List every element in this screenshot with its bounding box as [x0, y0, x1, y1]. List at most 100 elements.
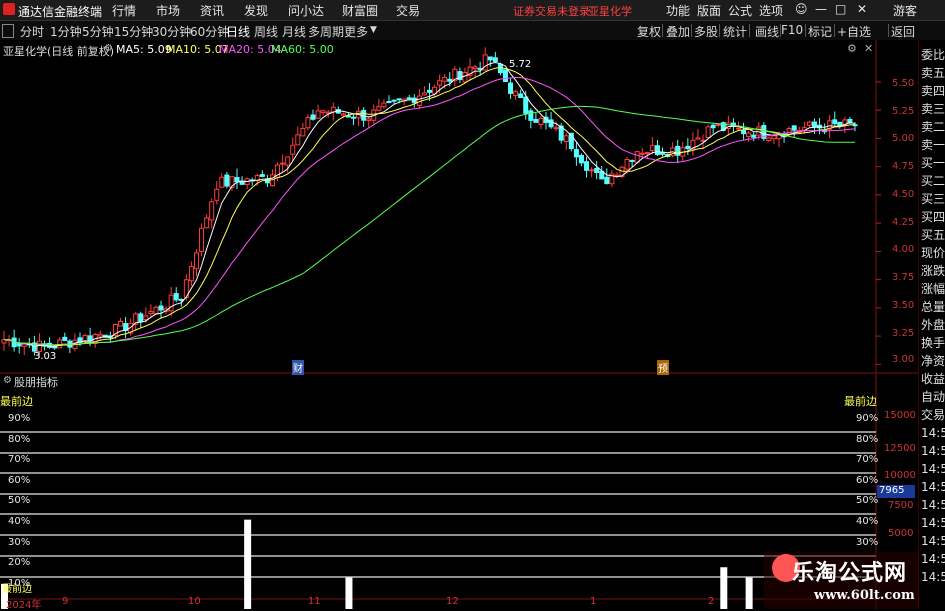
minimize-icon[interactable]: —	[815, 2, 827, 16]
candle-body[interactable]	[472, 66, 478, 70]
candle-body[interactable]	[639, 152, 645, 155]
candle-body[interactable]	[57, 339, 63, 349]
candle-body[interactable]	[832, 119, 838, 125]
candle-body[interactable]	[351, 116, 357, 119]
restore-icon[interactable]: □	[835, 2, 846, 16]
candle-body[interactable]	[178, 298, 184, 301]
candle-body[interactable]	[771, 135, 777, 140]
candle-body[interactable]	[751, 134, 757, 138]
kline-chart[interactable]	[0, 40, 918, 609]
candle-body[interactable]	[746, 132, 752, 137]
candle-body[interactable]	[340, 113, 346, 116]
candle-body[interactable]	[330, 106, 336, 113]
period-5min[interactable]: 5分钟	[82, 23, 114, 40]
indicator-settings-icon[interactable]: ⚙	[3, 375, 12, 386]
candle-body[interactable]	[624, 159, 630, 170]
candle-body[interactable]	[143, 315, 149, 320]
period-intraday[interactable]: 分时	[20, 23, 44, 40]
candle-body[interactable]	[766, 137, 772, 142]
f10-button[interactable]: F10	[781, 23, 803, 37]
period-15min[interactable]: 15分钟	[114, 23, 153, 40]
candle-body[interactable]	[295, 134, 301, 146]
candle-body[interactable]	[497, 63, 503, 74]
candle-body[interactable]	[447, 78, 453, 82]
menu-options[interactable]: 选项	[759, 2, 783, 19]
menu-layout[interactable]: 版面	[697, 2, 721, 19]
candle-body[interactable]	[654, 145, 660, 156]
candle-body[interactable]	[209, 201, 215, 221]
candle-body[interactable]	[705, 126, 711, 138]
candle-body[interactable]	[584, 161, 590, 171]
candle-body[interactable]	[518, 93, 524, 99]
period-more[interactable]: 更多	[344, 23, 368, 40]
period-30min[interactable]: 30分钟	[152, 23, 191, 40]
period-monthly[interactable]: 月线	[282, 23, 306, 40]
candle-body[interactable]	[381, 102, 387, 108]
candle-body[interactable]	[148, 311, 154, 314]
candle-body[interactable]	[741, 129, 747, 135]
menu-quotes[interactable]: 行情	[112, 2, 136, 19]
candle-body[interactable]	[391, 99, 397, 102]
candle-body[interactable]	[219, 176, 225, 188]
candle-body[interactable]	[188, 266, 194, 282]
candle-body[interactable]	[62, 336, 68, 341]
forecast-marker[interactable]: 预	[657, 360, 669, 375]
candle-body[interactable]	[578, 154, 584, 164]
candle-body[interactable]	[214, 188, 220, 201]
candle-body[interactable]	[695, 137, 701, 140]
panel-toggle-icon[interactable]	[2, 24, 14, 38]
candle-body[interactable]	[259, 174, 265, 177]
candle-body[interactable]	[153, 306, 159, 315]
candle-body[interactable]	[315, 110, 321, 119]
candle-body[interactable]	[305, 117, 311, 129]
candle-body[interactable]	[700, 139, 706, 142]
trade-login-notice[interactable]: 证券交易未登录	[513, 3, 590, 19]
candle-body[interactable]	[320, 110, 326, 113]
financial-report-marker[interactable]: 财	[292, 360, 304, 375]
candle-body[interactable]	[310, 114, 316, 120]
draw-line-button[interactable]: 画线	[755, 23, 779, 40]
candle-body[interactable]	[421, 92, 427, 96]
candle-body[interactable]	[396, 98, 402, 101]
candle-body[interactable]	[21, 343, 27, 347]
candle-body[interactable]	[376, 106, 382, 111]
candle-body[interactable]	[118, 320, 124, 327]
candle-body[interactable]	[462, 71, 468, 83]
period-daily[interactable]: 日线	[226, 23, 250, 40]
candle-body[interactable]	[300, 127, 306, 137]
candle-body[interactable]	[234, 177, 240, 183]
candle-body[interactable]	[710, 124, 716, 129]
candle-body[interactable]	[715, 123, 721, 126]
candle-body[interactable]	[614, 174, 620, 177]
back-button[interactable]: 返回	[891, 23, 915, 40]
candle-body[interactable]	[629, 159, 635, 162]
menu-discover[interactable]: 发现	[244, 2, 268, 19]
candle-body[interactable]	[138, 313, 144, 323]
candle-body[interactable]	[386, 101, 392, 104]
candle-body[interactable]	[791, 125, 797, 131]
candle-body[interactable]	[285, 156, 291, 166]
candle-body[interactable]	[573, 149, 579, 158]
period-multi[interactable]: 多周期	[308, 23, 344, 40]
menu-news[interactable]: 资讯	[200, 2, 224, 19]
candle-body[interactable]	[685, 145, 691, 150]
candle-body[interactable]	[193, 252, 199, 270]
candle-body[interactable]	[538, 118, 544, 125]
candle-body[interactable]	[811, 121, 817, 128]
candle-body[interactable]	[649, 145, 655, 152]
candle-body[interactable]	[589, 169, 595, 172]
candle-body[interactable]	[204, 217, 210, 229]
candle-body[interactable]	[528, 110, 534, 121]
candle-body[interactable]	[735, 127, 741, 130]
overlay-button[interactable]: 叠加	[666, 23, 690, 40]
adjust-button[interactable]: 复权	[637, 23, 661, 40]
close-icon[interactable]: ✕	[857, 2, 867, 16]
candle-body[interactable]	[563, 135, 569, 143]
candle-body[interactable]	[492, 57, 498, 63]
candle-body[interactable]	[502, 69, 508, 83]
candle-body[interactable]	[366, 118, 372, 121]
candle-body[interactable]	[406, 97, 412, 100]
candle-body[interactable]	[487, 56, 493, 61]
candle-body[interactable]	[168, 294, 174, 312]
mark-button[interactable]: 标记	[808, 23, 832, 40]
